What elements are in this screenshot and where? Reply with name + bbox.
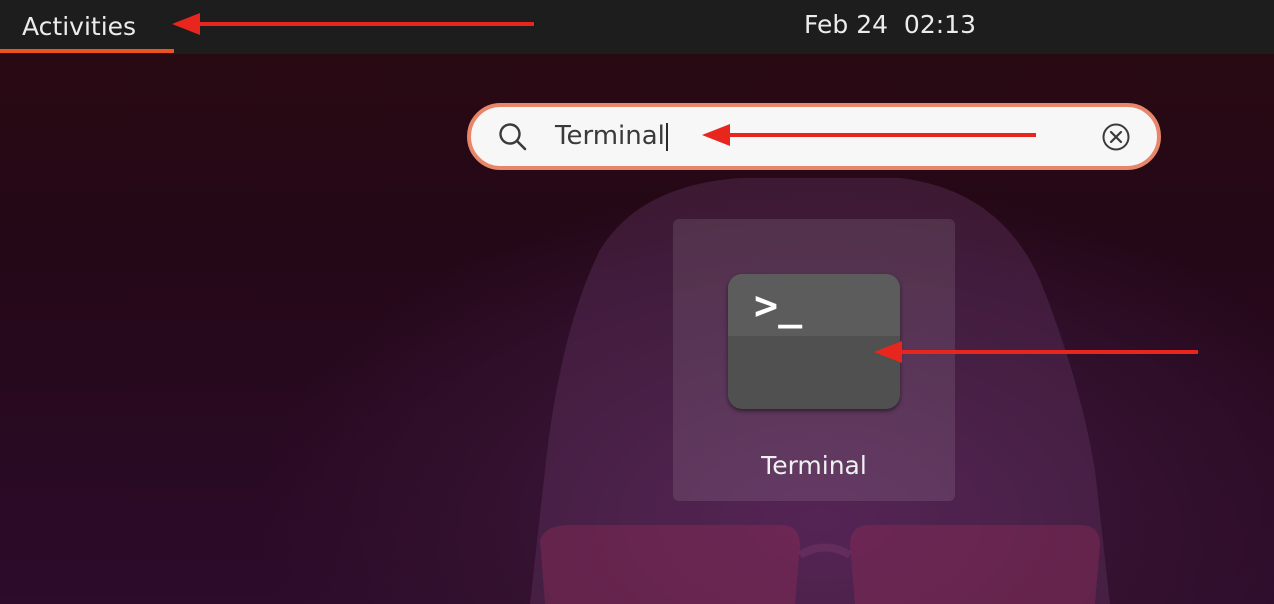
annotation-arrow-activities xyxy=(172,13,534,35)
desktop: Activities Feb 24 02:13 Terminal >_ Term… xyxy=(0,0,1274,604)
annotation-arrow-search xyxy=(702,124,1036,146)
search-icon xyxy=(499,123,527,151)
clock[interactable]: Feb 24 02:13 xyxy=(700,0,1080,54)
activities-indicator xyxy=(0,49,174,53)
search-query: Terminal xyxy=(555,121,665,151)
text-caret xyxy=(665,122,668,151)
activities-button[interactable]: Activities xyxy=(0,0,174,54)
wallpaper-mascot xyxy=(530,178,1110,604)
terminal-prompt-glyph: >_ xyxy=(754,283,803,329)
search-input[interactable]: Terminal xyxy=(555,107,668,166)
annotation-arrow-terminal xyxy=(874,341,1198,363)
app-result-label: Terminal xyxy=(761,451,867,480)
clear-search-icon[interactable] xyxy=(1101,122,1131,152)
